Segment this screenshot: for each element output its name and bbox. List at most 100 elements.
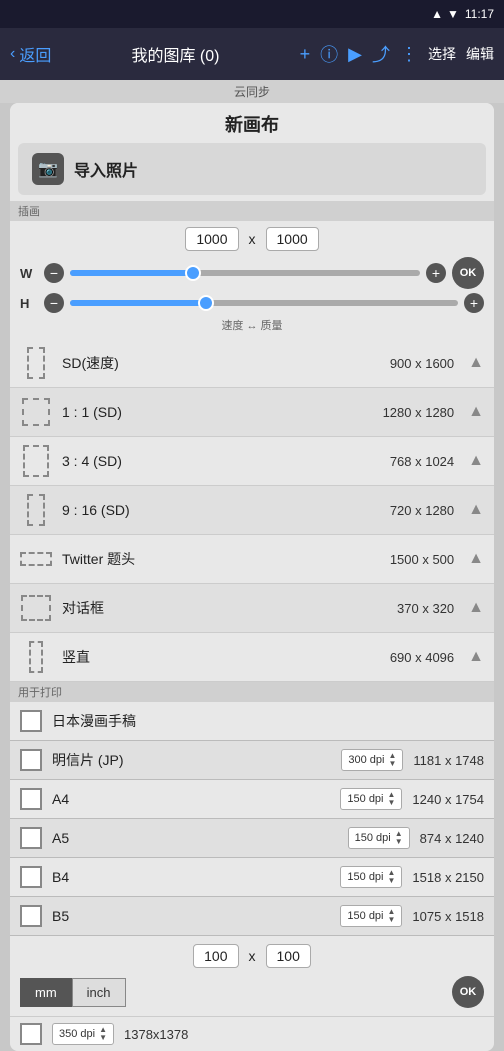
bottom-width-display[interactable]: 100: [193, 944, 238, 968]
info-button[interactable]: ⓘ: [320, 41, 338, 67]
inch-button[interactable]: inch: [72, 978, 126, 1007]
a4-name: A4: [52, 791, 330, 807]
a4-checkbox[interactable]: [20, 788, 42, 810]
preset-item-11[interactable]: 1 : 1 (SD) 1280 x 1280 ▲: [10, 388, 494, 437]
postcard-checkbox[interactable]: [20, 749, 42, 771]
width-slider-row: W − + OK: [20, 257, 484, 289]
b4-dpi[interactable]: 150 dpi ▲ ▼: [340, 866, 402, 888]
preset-size-twitter: 1500 x 500: [390, 552, 454, 567]
preset-size-916: 720 x 1280: [390, 503, 454, 518]
bottom-ok-button[interactable]: OK: [452, 976, 484, 1008]
width-slider[interactable]: [70, 270, 420, 276]
preset-size-sd: 900 x 1600: [390, 356, 454, 371]
preset-item-916[interactable]: 9 : 16 (SD) 720 x 1280 ▲: [10, 486, 494, 535]
size-separator: x: [249, 231, 256, 247]
preset-thumb-twitter: [20, 552, 52, 566]
b4-checkbox[interactable]: [20, 866, 42, 888]
canvas-size-display: 1000 x 1000: [20, 227, 484, 251]
status-bar: ▲ ▼ 11:17: [0, 0, 504, 28]
b4-dpi-value: 150 dpi: [347, 871, 383, 883]
preset-item-dialog[interactable]: 对话框 370 x 320 ▲: [10, 584, 494, 633]
preset-item-34[interactable]: 3 : 4 (SD) 768 x 1024 ▲: [10, 437, 494, 486]
width-decrease-button[interactable]: −: [44, 263, 64, 283]
a4-dpi-down[interactable]: ▼: [388, 799, 396, 807]
preset-size-vertical: 690 x 4096: [390, 650, 454, 665]
preset-name-twitter: Twitter 题头: [62, 549, 380, 569]
nav-actions: + ⓘ ▶ ⤴ ⋮ 选择 编辑: [300, 41, 494, 67]
preset-name-916: 9 : 16 (SD): [62, 502, 380, 518]
menu-button[interactable]: ⋮: [400, 44, 418, 65]
preset-arrow-11: ▲: [468, 403, 484, 421]
a5-checkbox[interactable]: [20, 827, 42, 849]
preset-item-vertical[interactable]: 竖直 690 x 4096 ▲: [10, 633, 494, 682]
preset-name-sd: SD(速度): [62, 353, 380, 373]
ok-button[interactable]: OK: [452, 257, 484, 289]
signal-icon: ▼: [447, 7, 459, 21]
more-dpi-up[interactable]: ▲: [99, 1026, 107, 1034]
more-item[interactable]: 350 dpi ▲ ▼ 1378x1378: [10, 1016, 494, 1051]
bottom-row: mm inch OK: [20, 976, 484, 1008]
edit-button[interactable]: 编辑: [466, 44, 494, 64]
preset-name-34: 3 : 4 (SD): [62, 453, 380, 469]
b5-dpi-down[interactable]: ▼: [388, 916, 396, 924]
preset-thumb-11: [22, 398, 50, 426]
play-button[interactable]: ▶: [348, 44, 362, 65]
preset-size-dialog: 370 x 320: [397, 601, 454, 616]
manga-checkbox[interactable]: [20, 710, 42, 732]
back-button[interactable]: ‹ 返回: [10, 42, 51, 66]
select-button[interactable]: 选择: [428, 44, 456, 64]
status-time: 11:17: [465, 7, 494, 21]
b5-checkbox[interactable]: [20, 905, 42, 927]
print-section: 日本漫画手稿 明信片 (JP) 300 dpi ▲ ▼ 1181 x 1748 …: [10, 702, 494, 1051]
preset-arrow-dialog: ▲: [468, 599, 484, 617]
bottom-height-display[interactable]: 100: [266, 944, 311, 968]
a4-dpi[interactable]: 150 dpi ▲ ▼: [340, 788, 402, 810]
preset-item-sd[interactable]: SD(速度) 900 x 1600 ▲: [10, 339, 494, 388]
width-display[interactable]: 1000: [185, 227, 238, 251]
width-increase-button[interactable]: +: [426, 263, 446, 283]
canvas-controls: 1000 x 1000 W − + OK H − + 速度 ↔ 质量: [10, 221, 494, 339]
nav-title: 我的图库 (0): [51, 42, 299, 66]
b4-name: B4: [52, 869, 330, 885]
height-display[interactable]: 1000: [266, 227, 319, 251]
preset-thumb-916: [27, 494, 45, 526]
height-slider[interactable]: [70, 300, 458, 306]
preset-name-11: 1 : 1 (SD): [62, 404, 373, 420]
a5-size: 874 x 1240: [420, 831, 484, 846]
bottom-size-display: 100 x 100: [20, 944, 484, 968]
more-dpi-down[interactable]: ▼: [99, 1034, 107, 1042]
b5-name: B5: [52, 908, 330, 924]
print-item-manga[interactable]: 日本漫画手稿: [10, 702, 494, 741]
preset-name-dialog: 对话框: [62, 598, 387, 618]
a5-dpi-down[interactable]: ▼: [395, 838, 403, 846]
print-item-b4[interactable]: B4 150 dpi ▲ ▼ 1518 x 2150: [10, 858, 494, 897]
preset-thumb-34: [23, 445, 49, 477]
mm-button[interactable]: mm: [20, 978, 72, 1007]
preset-thumb-sd: [27, 347, 45, 379]
a4-dpi-value: 150 dpi: [347, 793, 383, 805]
print-item-b5[interactable]: B5 150 dpi ▲ ▼ 1075 x 1518: [10, 897, 494, 936]
back-arrow-icon: ‹: [10, 45, 15, 63]
more-dpi[interactable]: 350 dpi ▲ ▼: [52, 1023, 114, 1045]
share-button[interactable]: ⤴: [372, 41, 390, 67]
add-button[interactable]: +: [300, 44, 311, 65]
height-increase-button[interactable]: +: [464, 293, 484, 313]
a5-dpi[interactable]: 150 dpi ▲ ▼: [348, 827, 410, 849]
b4-dpi-down[interactable]: ▼: [388, 877, 396, 885]
postcard-size: 1181 x 1748: [413, 753, 484, 768]
height-decrease-button[interactable]: −: [44, 293, 64, 313]
preset-arrow-916: ▲: [468, 501, 484, 519]
postcard-dpi[interactable]: 300 dpi ▲ ▼: [341, 749, 403, 771]
b5-dpi[interactable]: 150 dpi ▲ ▼: [340, 905, 402, 927]
postcard-dpi-down[interactable]: ▼: [388, 760, 396, 768]
print-item-postcard[interactable]: 明信片 (JP) 300 dpi ▲ ▼ 1181 x 1748: [10, 741, 494, 780]
b5-dpi-up[interactable]: ▲: [388, 908, 396, 916]
print-item-a4[interactable]: A4 150 dpi ▲ ▼ 1240 x 1754: [10, 780, 494, 819]
import-icon: 📷: [32, 153, 64, 185]
preset-item-twitter[interactable]: Twitter 题头 1500 x 500 ▲: [10, 535, 494, 584]
import-section[interactable]: 📷 导入照片: [18, 143, 486, 195]
preset-arrow-sd: ▲: [468, 354, 484, 372]
print-item-a5[interactable]: A5 150 dpi ▲ ▼ 874 x 1240: [10, 819, 494, 858]
width-label: W: [20, 266, 38, 281]
more-checkbox[interactable]: [20, 1023, 42, 1045]
